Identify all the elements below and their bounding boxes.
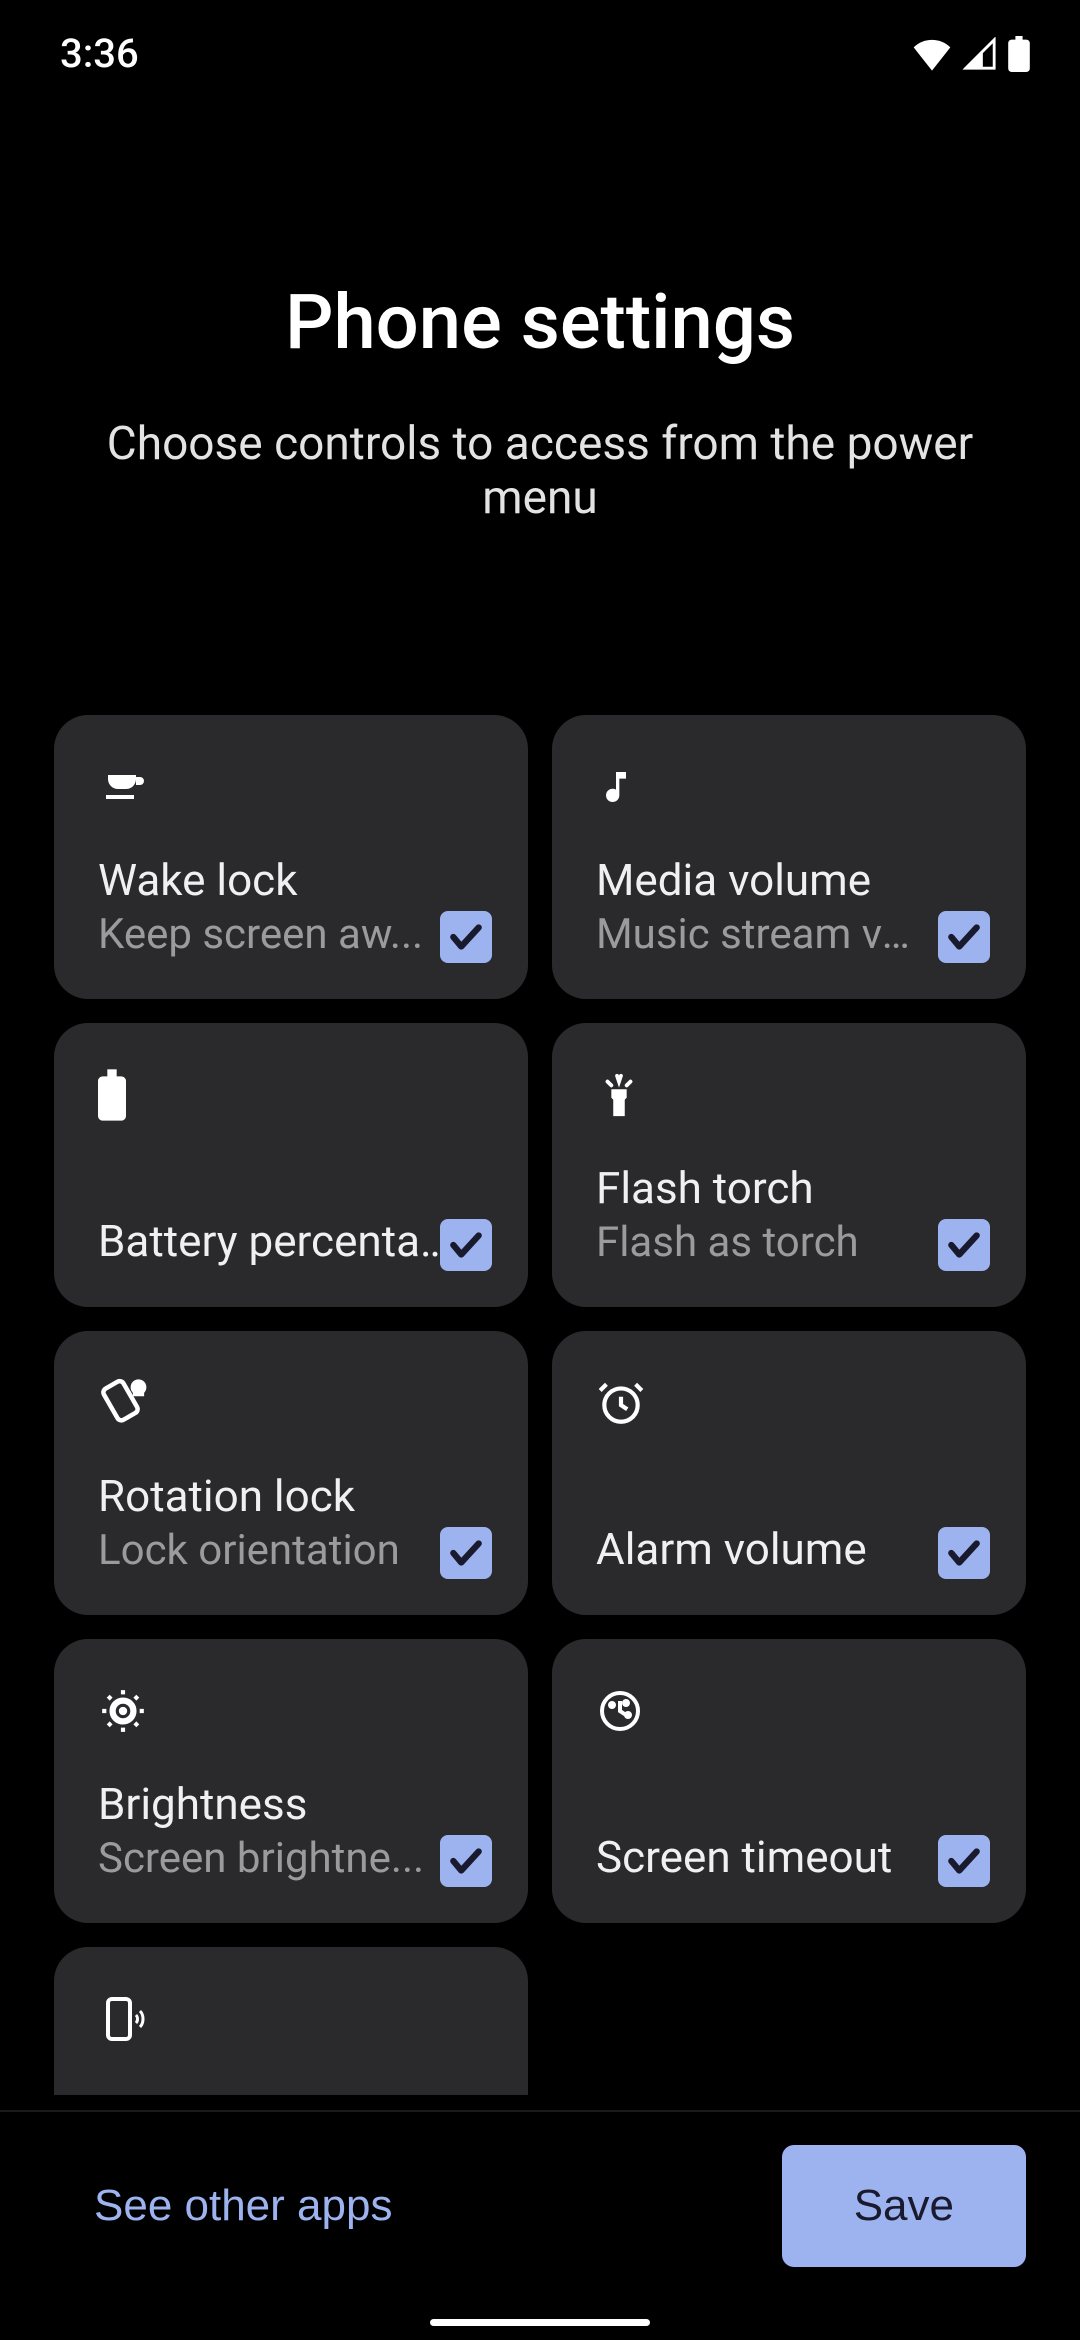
tile-checkbox[interactable] <box>440 1219 492 1271</box>
tile-checkbox[interactable] <box>938 1527 990 1579</box>
header: Phone settings Choose controls to access… <box>0 277 1080 525</box>
ringtone-icon <box>98 1991 154 2047</box>
tile-subtitle: Flash as torch <box>596 1218 926 1267</box>
tile-checkbox[interactable] <box>938 911 990 963</box>
control-tile-timeout[interactable]: Screen timeout <box>552 1639 1026 1923</box>
tile-title: Battery percentage <box>98 1215 458 1267</box>
control-tile-coffee[interactable]: Wake lockKeep screen aw... <box>54 715 528 999</box>
tile-subtitle: Lock orientation <box>98 1526 428 1575</box>
music-note-icon <box>596 759 652 815</box>
gesture-bar <box>430 2319 650 2326</box>
page-title: Phone settings <box>0 277 1080 367</box>
tile-checkbox[interactable] <box>440 1527 492 1579</box>
see-other-apps-button[interactable]: See other apps <box>54 2151 432 2261</box>
brightness-icon <box>98 1683 154 1739</box>
torch-icon <box>596 1067 652 1123</box>
tile-checkbox[interactable] <box>938 1219 990 1271</box>
tile-title: Brightness <box>98 1778 458 1830</box>
alarm-icon <box>596 1375 652 1431</box>
status-icons <box>912 36 1030 72</box>
tile-checkbox[interactable] <box>938 1835 990 1887</box>
control-tile-torch[interactable]: Flash torchFlash as torch <box>552 1023 1026 1307</box>
tile-subtitle: Keep screen aw... <box>98 910 428 959</box>
coffee-icon <box>98 759 154 815</box>
battery-icon <box>98 1067 154 1123</box>
page-subtitle: Choose controls to access from the power… <box>0 417 1080 525</box>
status-bar: 3:36 <box>0 0 1080 97</box>
tile-checkbox[interactable] <box>440 911 492 963</box>
tile-title: Alarm volume <box>596 1523 956 1575</box>
tile-title: Rotation lock <box>98 1470 458 1522</box>
control-tile-battery[interactable]: Battery percentage <box>54 1023 528 1307</box>
controls-grid: Wake lockKeep screen aw...Media volumeMu… <box>0 715 1080 2095</box>
tile-subtitle: Screen brightne... <box>98 1834 428 1883</box>
tile-subtitle: Music stream vol. <box>596 910 926 959</box>
tile-title: Wake lock <box>98 854 458 906</box>
tile-title: Screen timeout <box>596 1831 956 1883</box>
timeout-icon <box>596 1683 652 1739</box>
footer-bar: See other apps Save <box>0 2110 1080 2340</box>
rotation-lock-icon <box>98 1375 154 1431</box>
signal-icon <box>962 37 998 71</box>
control-tile-ringtone[interactable]: Ringtone volume <box>54 1947 528 2095</box>
battery-icon <box>1008 36 1030 72</box>
wifi-icon <box>912 37 952 71</box>
tile-checkbox[interactable] <box>440 1835 492 1887</box>
control-tile-music-note[interactable]: Media volumeMusic stream vol. <box>552 715 1026 999</box>
control-tile-rotation-lock[interactable]: Rotation lockLock orientation <box>54 1331 528 1615</box>
save-button[interactable]: Save <box>782 2145 1026 2267</box>
control-tile-alarm[interactable]: Alarm volume <box>552 1331 1026 1615</box>
tile-title: Flash torch <box>596 1162 956 1214</box>
tile-title: Media volume <box>596 854 956 906</box>
status-time: 3:36 <box>60 30 139 77</box>
control-tile-brightness[interactable]: BrightnessScreen brightne... <box>54 1639 528 1923</box>
